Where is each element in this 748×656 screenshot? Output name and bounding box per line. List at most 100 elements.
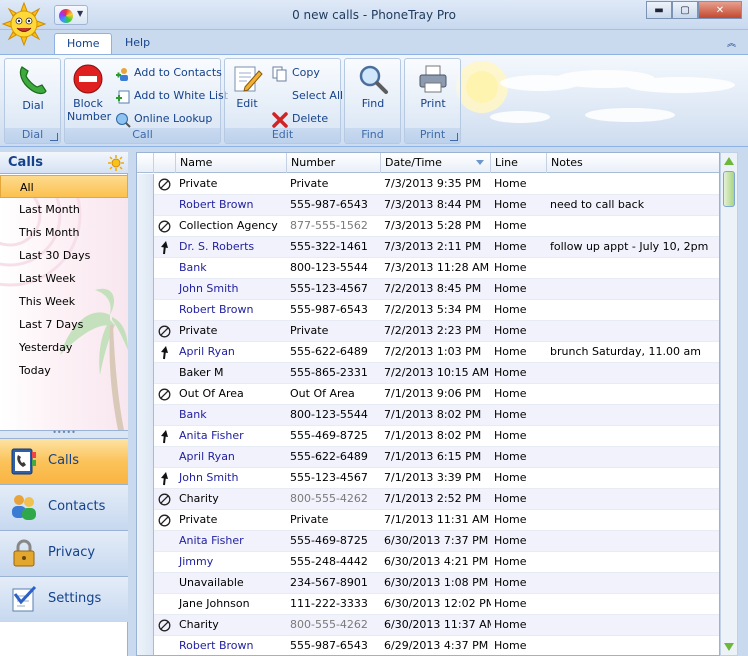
table-row[interactable]: Charity 800-555-4262 6/30/2013 11:37 AM Hom… xyxy=(137,615,719,636)
cell-name: John Smith xyxy=(179,282,239,295)
table-row[interactable]: Private Private 7/1/2013 11:31 AM Home xyxy=(137,510,719,531)
row-selector[interactable] xyxy=(137,363,154,384)
column-header-notes[interactable]: Notes xyxy=(547,153,719,173)
table-row[interactable]: April Ryan 555-622-6489 7/1/2013 6:15 PM Ho… xyxy=(137,447,719,468)
row-selector[interactable] xyxy=(137,174,154,195)
vertical-scrollbar[interactable] xyxy=(720,152,738,656)
column-header-number[interactable]: Number xyxy=(287,153,381,173)
table-row[interactable]: Collection Agency 877-555-1562 7/3/2013 5:… xyxy=(137,216,719,237)
row-selector[interactable] xyxy=(137,342,154,363)
row-selector[interactable] xyxy=(137,615,154,636)
add-to-white-list-button[interactable]: Add to White List xyxy=(115,86,228,106)
delete-button[interactable]: Delete xyxy=(272,109,328,129)
sidebar-filter-this-week[interactable]: This Week xyxy=(0,290,128,313)
cell-name: Bank xyxy=(179,408,207,421)
row-selector[interactable] xyxy=(137,531,154,552)
sidebar-filter-last-month[interactable]: Last Month xyxy=(0,198,128,221)
nav-contacts-button[interactable]: Contacts xyxy=(0,484,128,530)
table-row[interactable]: Jimmy 555-248-4442 6/30/2013 4:21 PM Home xyxy=(137,552,719,573)
table-row[interactable]: Charity 800-555-4262 7/1/2013 2:52 PM Home xyxy=(137,489,719,510)
minimize-button[interactable]: ▬ xyxy=(646,1,672,19)
cell-notes: brunch Saturday, 11.00 am xyxy=(550,345,701,358)
row-selector[interactable] xyxy=(137,510,154,531)
row-selector[interactable] xyxy=(137,447,154,468)
table-row[interactable]: Robert Brown 555-987-6543 7/3/2013 8:44 PM… xyxy=(137,195,719,216)
copy-button[interactable]: Copy xyxy=(272,63,320,83)
sidebar-filter-last-7-days[interactable]: Last 7 Days xyxy=(0,313,128,336)
table-row[interactable]: Bank 800-123-5544 7/3/2013 11:28 AM Home xyxy=(137,258,719,279)
row-selector[interactable] xyxy=(137,321,154,342)
edit-button[interactable]: Edit xyxy=(229,63,265,110)
tab-home[interactable]: Home xyxy=(54,33,113,55)
sidebar-filter-this-month[interactable]: This Month xyxy=(0,221,128,244)
select-all-button[interactable]: Select All xyxy=(292,86,343,106)
column-header-name[interactable]: Name xyxy=(176,153,287,173)
row-selector[interactable] xyxy=(137,468,154,489)
cell-line: Home xyxy=(494,513,527,526)
table-row[interactable]: John Smith 555-123-4567 7/1/2013 3:39 PM Ho… xyxy=(137,468,719,489)
table-row[interactable]: Robert Brown 555-987-6543 7/2/2013 5:34 PM… xyxy=(137,300,719,321)
cell-datetime: 6/30/2013 11:37 AM xyxy=(384,618,491,631)
row-selector[interactable] xyxy=(137,258,154,279)
find-button[interactable]: Find xyxy=(349,63,397,110)
scroll-up-icon[interactable] xyxy=(724,157,734,165)
sidebar-splitter[interactable]: ••••• xyxy=(0,429,128,438)
scroll-down-icon[interactable] xyxy=(724,643,734,651)
select-all-header[interactable] xyxy=(137,153,154,173)
row-selector[interactable] xyxy=(137,552,154,573)
nav-settings-button[interactable]: Settings xyxy=(0,576,128,622)
table-row[interactable]: Out Of Area Out Of Area 7/1/2013 9:06 PM Ho… xyxy=(137,384,719,405)
scroll-thumb[interactable] xyxy=(723,171,735,207)
row-selector[interactable] xyxy=(137,384,154,405)
sidebar-filter-all[interactable]: All xyxy=(0,175,128,198)
row-selector[interactable] xyxy=(137,489,154,510)
sidebar-filter-today[interactable]: Today xyxy=(0,359,128,382)
close-button[interactable]: ✕ xyxy=(698,1,742,19)
table-row[interactable]: Private Private 7/3/2013 9:35 PM Home xyxy=(137,174,719,195)
row-selector[interactable] xyxy=(137,195,154,216)
table-row[interactable]: Robert Brown 555-987-6543 6/29/2013 4:37 P… xyxy=(137,636,719,655)
icon-column-header[interactable] xyxy=(154,153,176,173)
dial-button[interactable]: Dial xyxy=(9,63,57,112)
table-row[interactable]: April Ryan 555-622-6489 7/2/2013 1:03 PM Ho… xyxy=(137,342,719,363)
nav-privacy-button[interactable]: Privacy xyxy=(0,530,128,576)
row-selector[interactable] xyxy=(137,426,154,447)
cell-name: Robert Brown xyxy=(179,198,254,211)
column-header-datetime[interactable]: Date/Time xyxy=(381,153,491,173)
table-row[interactable]: Dr. S. Roberts 555-322-1461 7/3/2013 2:11 … xyxy=(137,237,719,258)
dial-group-launcher-icon[interactable] xyxy=(50,133,58,141)
row-selector[interactable] xyxy=(137,594,154,615)
sidebar-filter-yesterday[interactable]: Yesterday xyxy=(0,336,128,359)
cell-line: Home xyxy=(494,429,527,442)
app-logo-icon[interactable] xyxy=(2,2,46,46)
cell-number: 234-567-8901 xyxy=(290,576,368,589)
tab-help[interactable]: Help xyxy=(113,33,162,55)
row-selector[interactable] xyxy=(137,237,154,258)
row-selector[interactable] xyxy=(137,636,154,655)
nav-calls-button[interactable]: Calls xyxy=(0,438,128,484)
online-lookup-button[interactable]: Online Lookup xyxy=(115,109,212,129)
row-selector[interactable] xyxy=(137,279,154,300)
table-row[interactable]: Jane Johnson 111-222-3333 6/30/2013 12:02 … xyxy=(137,594,719,615)
table-row[interactable]: Anita Fisher 555-469-8725 6/30/2013 7:37 P… xyxy=(137,531,719,552)
ribbon-collapse-icon[interactable]: ︽ xyxy=(727,36,736,49)
print-button[interactable]: Print xyxy=(409,63,457,110)
column-header-line[interactable]: Line xyxy=(491,153,547,173)
table-row[interactable]: Unavailable 234-567-8901 6/30/2013 1:08 PM… xyxy=(137,573,719,594)
print-group-launcher-icon[interactable] xyxy=(450,133,458,141)
table-row[interactable]: Bank 800-123-5544 7/1/2013 8:02 PM Home xyxy=(137,405,719,426)
maximize-button[interactable]: ▢ xyxy=(672,1,698,19)
row-selector[interactable] xyxy=(137,300,154,321)
sidebar-filter-last-week[interactable]: Last Week xyxy=(0,267,128,290)
sidebar-filter-last-30-days[interactable]: Last 30 Days xyxy=(0,244,128,267)
table-row[interactable]: Private Private 7/2/2013 2:23 PM Home xyxy=(137,321,719,342)
row-selector[interactable] xyxy=(137,405,154,426)
cell-line: Home xyxy=(494,387,527,400)
table-row[interactable]: Anita Fisher 555-469-8725 7/1/2013 8:02 PM… xyxy=(137,426,719,447)
row-selector[interactable] xyxy=(137,573,154,594)
table-row[interactable]: Baker M 555-865-2331 7/2/2013 10:15 AM Home xyxy=(137,363,719,384)
table-row[interactable]: John Smith 555-123-4567 7/2/2013 8:45 PM Ho… xyxy=(137,279,719,300)
add-to-contacts-button[interactable]: Add to Contacts xyxy=(115,63,222,83)
block-number-button[interactable]: Block Number xyxy=(67,63,111,123)
row-selector[interactable] xyxy=(137,216,154,237)
